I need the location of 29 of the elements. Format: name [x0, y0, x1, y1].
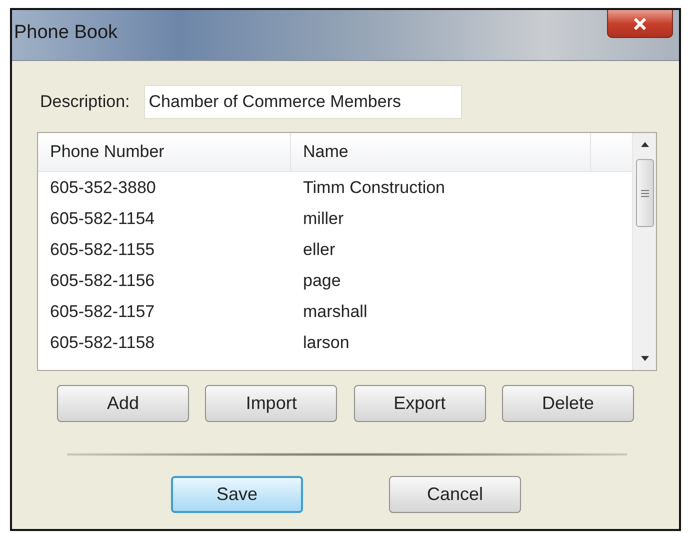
name-cell-text: marshall — [302, 302, 368, 322]
name-cell-text: miller — [302, 208, 345, 228]
scroll-down-icon[interactable] — [640, 356, 650, 362]
action-button[interactable]: Delete — [502, 385, 634, 422]
phone-cell-text: 605-582-1156 — [49, 270, 156, 290]
action-button[interactable]: Import — [205, 385, 338, 422]
default-button[interactable]: Save — [171, 476, 303, 513]
name-cell-text: larson — [302, 332, 350, 352]
phone-cell-text: 605-582-1158 — [49, 332, 156, 352]
phone-cell-text: 605-582-1157 — [49, 302, 156, 322]
description-label: Description: — [40, 92, 130, 112]
name-cell-text: page — [302, 270, 342, 290]
scrollbar[interactable] — [632, 133, 656, 370]
name-cell-text: eller — [302, 240, 336, 260]
name-cell-text: Timm Construction — [302, 178, 446, 198]
description-field[interactable]: Chamber of Commerce Members — [144, 85, 462, 119]
column-header[interactable]: Phone Number — [38, 133, 291, 171]
action-button[interactable]: Add — [57, 385, 189, 422]
close-icon — [633, 18, 647, 30]
scroll-up-icon[interactable] — [640, 141, 650, 147]
column-header[interactable]: Name — [291, 133, 591, 171]
phone-cell-text: 605-582-1155 — [49, 240, 156, 260]
action-button[interactable]: Export — [354, 385, 486, 422]
dialog-button[interactable]: Cancel — [389, 476, 521, 513]
scroll-thumb[interactable] — [636, 159, 654, 227]
window-title: Phone Book — [13, 21, 118, 44]
phone-cell-text: 605-352-3880 — [49, 178, 157, 198]
close-button[interactable] — [607, 10, 673, 38]
phone-cell-text: 605-582-1154 — [49, 208, 156, 228]
